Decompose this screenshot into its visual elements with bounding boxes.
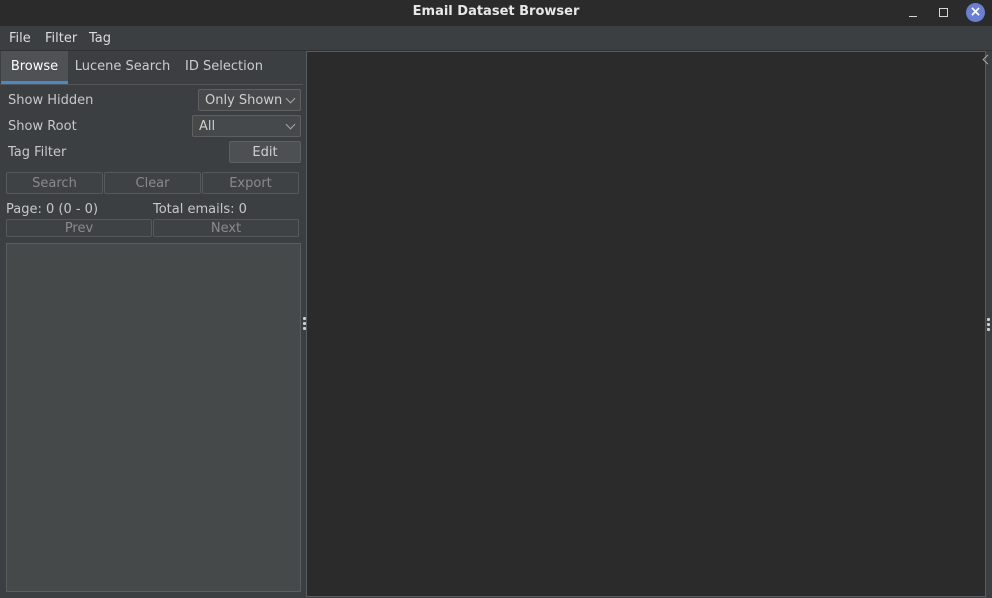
maximize-button[interactable] [934, 4, 952, 22]
email-list[interactable] [6, 243, 301, 592]
close-button[interactable]: × [966, 3, 985, 22]
menu-bar: File Filter Tag [0, 26, 992, 51]
show-root-value: All [199, 119, 216, 134]
menu-filter[interactable]: Filter [45, 31, 77, 46]
chevron-down-icon [285, 93, 296, 104]
page-info: Page: 0 (0 - 0) [6, 202, 99, 217]
show-root-select[interactable]: All [192, 115, 301, 137]
tag-filter-label: Tag Filter [8, 145, 67, 160]
show-hidden-value: Only Shown [205, 93, 283, 108]
title-bar: Email Dataset Browser × [0, 0, 992, 26]
prev-page-button[interactable]: Prev [6, 219, 152, 237]
tab-strip: Browse Lucene Search ID Selection [0, 51, 303, 85]
left-panel: Browse Lucene Search ID Selection Show H… [0, 51, 303, 598]
search-button[interactable]: Search [6, 172, 103, 194]
chevron-down-icon [285, 119, 296, 130]
clear-button[interactable]: Clear [104, 172, 201, 194]
export-button[interactable]: Export [202, 172, 299, 194]
minimize-button[interactable] [904, 4, 922, 22]
email-viewer-pane [306, 51, 986, 597]
show-hidden-select[interactable]: Only Shown [198, 89, 301, 111]
menu-tag[interactable]: Tag [89, 31, 111, 46]
window-title: Email Dataset Browser [412, 4, 580, 19]
tag-filter-edit-button[interactable]: Edit [229, 141, 301, 163]
next-page-button[interactable]: Next [153, 219, 299, 237]
menu-file[interactable]: File [9, 31, 31, 46]
show-root-label: Show Root [8, 119, 77, 134]
tab-browse[interactable]: Browse [1, 51, 68, 84]
total-emails: Total emails: 0 [153, 202, 247, 217]
show-hidden-label: Show Hidden [8, 93, 94, 108]
tab-id-selection[interactable]: ID Selection [180, 51, 268, 82]
close-icon: × [969, 4, 982, 20]
drag-handle-icon[interactable] [987, 318, 990, 331]
tab-lucene-search[interactable]: Lucene Search [72, 51, 173, 82]
